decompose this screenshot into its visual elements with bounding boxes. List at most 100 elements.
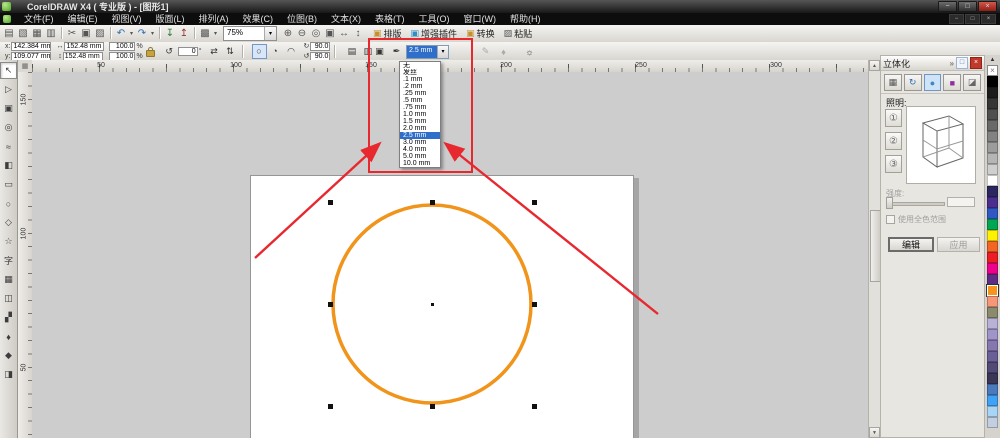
color-swatch[interactable] xyxy=(987,186,998,197)
extrude-rotation-tab[interactable]: ↻ xyxy=(903,74,922,91)
rectangle-tool[interactable]: ▭ xyxy=(0,176,17,193)
color-swatch[interactable] xyxy=(987,109,998,120)
color-swatch[interactable] xyxy=(987,252,998,263)
dropdown-option[interactable]: 10.0 mm xyxy=(400,160,440,167)
smart-fill-tool[interactable]: ◧ xyxy=(0,157,17,174)
use-full-color-checkbox[interactable] xyxy=(886,215,895,224)
color-swatch[interactable] xyxy=(987,362,998,373)
separator[interactable] xyxy=(194,26,195,39)
zoom-all-button[interactable]: ▣ xyxy=(323,27,337,41)
zoom-height-button[interactable]: ↕ xyxy=(351,27,365,41)
redo-dropdown[interactable]: ▾ xyxy=(149,27,156,41)
copy-button[interactable]: ▣ xyxy=(79,27,93,41)
ellipse-button[interactable]: ○ xyxy=(251,43,267,59)
dropdown-option[interactable]: 5.0 mm xyxy=(400,153,440,160)
chevron-down-icon[interactable]: ▾ xyxy=(437,45,448,58)
application-launcher[interactable]: ▩ xyxy=(198,27,212,41)
color-swatch[interactable] xyxy=(987,351,998,362)
color-swatch[interactable] xyxy=(987,87,998,98)
shape-tool[interactable]: ▷ xyxy=(0,81,17,98)
color-swatch[interactable] xyxy=(987,219,998,230)
zoom-width-button[interactable]: ↔ xyxy=(337,27,351,41)
interactive-fill-tool[interactable]: ◨ xyxy=(0,366,17,383)
dropdown-option[interactable]: 3.0 mm xyxy=(400,139,440,146)
color-swatch[interactable] xyxy=(986,284,999,297)
color-swatch[interactable] xyxy=(987,120,998,131)
extrude-bevel-tab[interactable]: ◪ xyxy=(963,74,981,91)
extrude-color-tab[interactable]: ■ xyxy=(943,74,962,91)
print-button[interactable]: ▥ xyxy=(44,27,58,41)
color-swatch[interactable] xyxy=(987,76,998,87)
fill-tool[interactable]: ◆ xyxy=(0,347,17,364)
start-angle-field[interactable]: 90.0 xyxy=(310,41,331,51)
docker-close-button[interactable]: × xyxy=(970,57,982,69)
open-button[interactable]: ▧ xyxy=(16,27,30,41)
menu-layout[interactable]: 版面(L) xyxy=(149,13,192,25)
color-swatch[interactable] xyxy=(987,417,998,428)
menu-bitmaps[interactable]: 位图(B) xyxy=(280,13,324,25)
undo-button[interactable]: ↶ xyxy=(114,27,128,41)
color-swatch[interactable] xyxy=(987,241,998,252)
doc-close-button[interactable]: × xyxy=(981,14,996,24)
mirror-horizontal-button[interactable]: ⇄ xyxy=(207,44,222,59)
separator[interactable] xyxy=(110,26,111,39)
no-color-swatch[interactable]: × xyxy=(987,65,998,76)
color-swatch[interactable] xyxy=(987,208,998,219)
zoom-in-button[interactable]: ⊕ xyxy=(281,27,295,41)
redo-button[interactable]: ↷ xyxy=(135,27,149,41)
color-swatch[interactable] xyxy=(987,373,998,384)
eyedropper-tool[interactable]: ▞ xyxy=(0,309,17,326)
light-3-button[interactable]: ③ xyxy=(885,155,902,173)
zoom-selected-button[interactable]: ◎ xyxy=(309,27,323,41)
menu-window[interactable]: 窗口(W) xyxy=(457,13,504,25)
freehand-tool[interactable]: ≈ xyxy=(0,138,17,155)
doc-restore-button[interactable]: □ xyxy=(965,14,980,24)
extrude-camera-tab[interactable]: ▦ xyxy=(884,74,902,91)
color-swatch[interactable] xyxy=(987,230,998,241)
menu-text[interactable]: 文本(X) xyxy=(324,13,368,25)
ellipse-tool[interactable]: ○ xyxy=(0,195,17,212)
settings-gear-icon[interactable]: ☼ xyxy=(522,44,537,59)
outline-width-combo[interactable]: 2.5 mm ▾ xyxy=(406,44,449,59)
palette-scroll-up-icon[interactable]: ▲ xyxy=(990,55,996,65)
drawing-canvas[interactable] xyxy=(32,72,868,438)
close-button[interactable]: × xyxy=(978,1,997,12)
intensity-field[interactable] xyxy=(947,197,975,207)
menu-arrange[interactable]: 排列(A) xyxy=(192,13,236,25)
dropdown-option[interactable]: 1.5 mm xyxy=(400,118,440,125)
dropdown-option[interactable]: 4.0 mm xyxy=(400,146,440,153)
color-swatch[interactable] xyxy=(987,131,998,142)
zoom-level-combo[interactable]: 75% ▾ xyxy=(223,26,277,41)
color-swatch[interactable] xyxy=(987,142,998,153)
snap-to-button[interactable]: ▤ xyxy=(344,44,359,59)
paste-button[interactable]: ▨ xyxy=(93,27,107,41)
table-tool[interactable]: ▦ xyxy=(0,271,17,288)
extrude-lighting-tab[interactable]: ● xyxy=(923,74,942,91)
intensity-slider-thumb[interactable] xyxy=(886,197,893,209)
mirror-vertical-button[interactable]: ⇅ xyxy=(223,44,238,59)
dropdown-option[interactable]: 2.5 mm xyxy=(400,132,440,139)
scale-h-field[interactable]: 100.0 xyxy=(109,41,136,51)
plugin-convert-button[interactable]: ▣ 转换 xyxy=(466,27,495,40)
edit-button[interactable]: 编辑 xyxy=(888,237,934,252)
new-button[interactable]: ▤ xyxy=(2,27,16,41)
scroll-down-icon[interactable]: ▼ xyxy=(869,427,880,438)
minimize-button[interactable]: − xyxy=(938,1,957,12)
dropdown-option[interactable]: .75 mm xyxy=(400,104,440,111)
text-tool[interactable]: 字 xyxy=(0,252,17,269)
separator[interactable] xyxy=(61,26,62,39)
docker-float-button[interactable]: □ xyxy=(956,57,968,69)
docker-chevron-icon[interactable]: » xyxy=(950,59,954,68)
dropdown-option[interactable]: 无 xyxy=(400,62,440,69)
lock-ratio-icon[interactable] xyxy=(145,46,155,57)
zoom-tool[interactable]: ◎ xyxy=(0,119,17,136)
dropdown-option[interactable]: .2 mm xyxy=(400,83,440,90)
color-swatch[interactable] xyxy=(987,406,998,417)
color-swatch[interactable] xyxy=(987,175,998,186)
menu-effects[interactable]: 效果(C) xyxy=(236,13,281,25)
zoom-out-button[interactable]: ⊖ xyxy=(295,27,309,41)
vertical-scrollbar[interactable]: ▲ ▼ xyxy=(868,60,881,438)
chevron-down-icon[interactable]: ▾ xyxy=(264,27,276,40)
export-button[interactable]: ↥ xyxy=(177,27,191,41)
color-swatch[interactable] xyxy=(987,98,998,109)
